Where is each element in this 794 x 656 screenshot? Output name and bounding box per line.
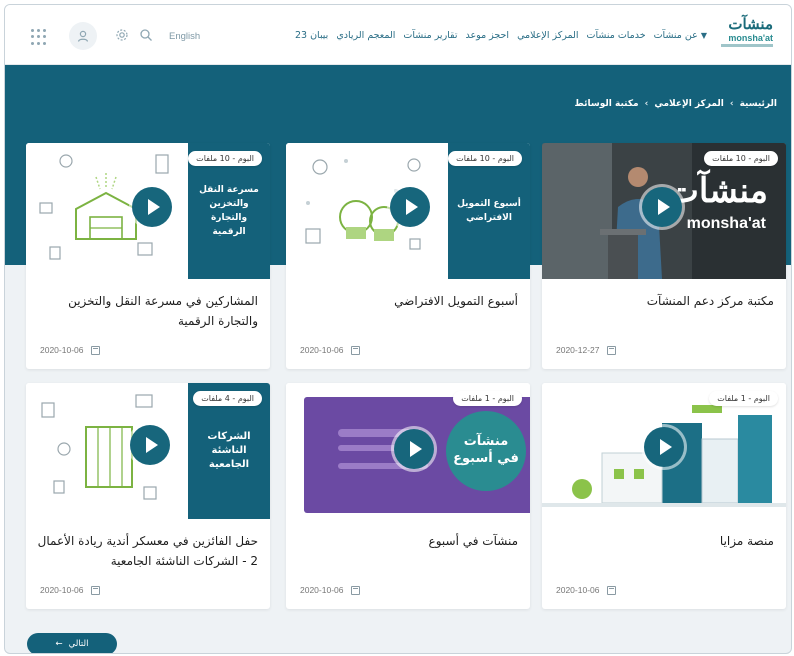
thumb-logo-english: monsha'at bbox=[686, 215, 766, 232]
chevron-left-icon: ‹ bbox=[644, 99, 649, 109]
calendar-icon bbox=[607, 345, 617, 355]
album-card[interactable]: مسرعة النقل والتخزين والتجارة الرقمية ال… bbox=[26, 143, 270, 369]
album-date: 2020-10-06 bbox=[40, 345, 101, 355]
nav-item-media-center[interactable]: المركز الإعلامي bbox=[517, 30, 578, 41]
calendar-icon bbox=[351, 345, 361, 355]
nav-item-biban[interactable]: بيبان 23 bbox=[295, 30, 328, 41]
album-file-count-badge: البوم - 1 ملفات bbox=[453, 391, 522, 406]
album-thumbnail[interactable]: البوم - 1 ملفات bbox=[542, 383, 786, 519]
breadcrumb: الرئيسية ‹ المركز الإعلامي ‹ مكتبة الوسا… bbox=[575, 99, 777, 109]
calendar-icon bbox=[91, 345, 101, 355]
language-switch[interactable]: English bbox=[169, 31, 200, 42]
logo-english-text: monsha'at bbox=[728, 33, 773, 43]
calendar-icon bbox=[91, 585, 101, 595]
calendar-icon bbox=[607, 585, 617, 595]
album-date-text: 2020-10-06 bbox=[300, 345, 344, 355]
logo-underline bbox=[721, 44, 773, 47]
breadcrumb-media-center[interactable]: المركز الإعلامي bbox=[654, 99, 724, 109]
page-frame: منشآت monsha'at عن منشآت ▼ خدمات منشآت ا… bbox=[4, 4, 792, 654]
album-date: 2020-10-06 bbox=[40, 585, 101, 595]
album-card[interactable]: أسبوع التمويل الافتراضي البوم - 10 ملفات… bbox=[286, 143, 530, 369]
album-title[interactable]: منصة مزايا bbox=[552, 531, 774, 551]
album-title[interactable]: حفل الفائزين في معسكر أندية ريادة الأعما… bbox=[36, 531, 258, 571]
album-card[interactable]: البوم - 1 ملفات منصة مزايا 2020-10-06 bbox=[542, 383, 786, 609]
next-page-label: التالي bbox=[68, 639, 89, 649]
album-date-text: 2020-10-06 bbox=[40, 585, 84, 595]
album-file-count-badge: البوم - 10 ملفات bbox=[188, 151, 262, 166]
apps-grid-icon[interactable] bbox=[31, 29, 47, 45]
logo-arabic-text: منشآت bbox=[728, 15, 773, 33]
play-icon[interactable] bbox=[132, 187, 172, 227]
album-date: 2020-12-27 bbox=[556, 345, 617, 355]
next-page-button[interactable]: ← التالي bbox=[27, 633, 117, 653]
album-date: 2020-10-06 bbox=[300, 345, 361, 355]
header-tools: English bbox=[31, 22, 200, 50]
arrow-left-icon: ← bbox=[55, 639, 63, 649]
album-date: 2020-10-06 bbox=[300, 585, 361, 595]
album-card[interactable]: منشآت monsha'at البوم - 10 ملفات مكتبة م… bbox=[542, 143, 786, 369]
top-navigation-bar: منشآت monsha'at عن منشآت ▼ خدمات منشآت ا… bbox=[5, 5, 791, 65]
album-date-text: 2020-10-06 bbox=[40, 345, 84, 355]
album-card[interactable]: منشآت في أسبوع البوم - 1 ملفات منشآت في … bbox=[286, 383, 530, 609]
nav-item-dictionary[interactable]: المعجم الريادي bbox=[336, 30, 395, 41]
album-thumbnail[interactable]: الشركات الناشئة الجامعية البوم - 4 ملفات bbox=[26, 383, 270, 519]
play-icon[interactable] bbox=[394, 429, 434, 469]
chevron-left-icon: ‹ bbox=[729, 99, 734, 109]
album-file-count-badge: البوم - 1 ملفات bbox=[709, 391, 778, 406]
album-date-text: 2020-10-06 bbox=[300, 585, 344, 595]
play-icon[interactable] bbox=[644, 427, 684, 467]
nav-label-about: عن منشآت bbox=[653, 30, 698, 41]
main-nav: عن منشآت ▼ خدمات منشآت المركز الإعلامي ا… bbox=[295, 30, 709, 41]
album-thumbnail[interactable]: منشآت monsha'at البوم - 10 ملفات bbox=[542, 143, 786, 279]
album-date: 2020-10-06 bbox=[556, 585, 617, 595]
album-title[interactable]: مكتبة مركز دعم المنشآت bbox=[552, 291, 774, 311]
nav-item-about[interactable]: عن منشآت ▼ bbox=[654, 30, 709, 41]
chevron-down-icon: ▼ bbox=[700, 31, 707, 40]
play-icon[interactable] bbox=[390, 187, 430, 227]
nav-item-reports[interactable]: تقارير منشآت bbox=[403, 30, 457, 41]
thumb-logo-arabic: منشآت bbox=[666, 171, 768, 211]
album-date-text: 2020-10-06 bbox=[556, 585, 600, 595]
search-icon[interactable] bbox=[139, 27, 153, 46]
album-title[interactable]: المشاركين في مسرعة النقل والتخزين والتجا… bbox=[36, 291, 258, 331]
album-thumbnail[interactable]: مسرعة النقل والتخزين والتجارة الرقمية ال… bbox=[26, 143, 270, 279]
play-icon[interactable] bbox=[642, 187, 682, 227]
album-date-text: 2020-12-27 bbox=[556, 345, 600, 355]
nav-item-book-appointment[interactable]: احجز موعد bbox=[466, 30, 510, 41]
album-thumbnail[interactable]: منشآت في أسبوع البوم - 1 ملفات bbox=[286, 383, 530, 519]
album-thumbnail[interactable]: أسبوع التمويل الافتراضي البوم - 10 ملفات bbox=[286, 143, 530, 279]
nav-item-services[interactable]: خدمات منشآت bbox=[587, 30, 646, 41]
album-file-count-badge: البوم - 10 ملفات bbox=[448, 151, 522, 166]
calendar-icon bbox=[351, 585, 361, 595]
thumb-title: منشآت في أسبوع bbox=[453, 434, 519, 466]
play-icon[interactable] bbox=[130, 425, 170, 465]
album-title[interactable]: أسبوع التمويل الافتراضي bbox=[296, 291, 518, 311]
user-icon[interactable] bbox=[69, 22, 97, 50]
album-file-count-badge: البوم - 4 ملفات bbox=[193, 391, 262, 406]
monshaat-logo[interactable]: منشآت monsha'at bbox=[715, 15, 779, 57]
gear-icon[interactable] bbox=[115, 27, 129, 46]
album-file-count-badge: البوم - 10 ملفات bbox=[704, 151, 778, 166]
album-card[interactable]: الشركات الناشئة الجامعية البوم - 4 ملفات… bbox=[26, 383, 270, 609]
breadcrumb-media-library: مكتبة الوسائط bbox=[574, 99, 639, 109]
album-title[interactable]: منشآت في أسبوع bbox=[296, 531, 518, 551]
breadcrumb-home[interactable]: الرئيسية bbox=[740, 99, 777, 109]
